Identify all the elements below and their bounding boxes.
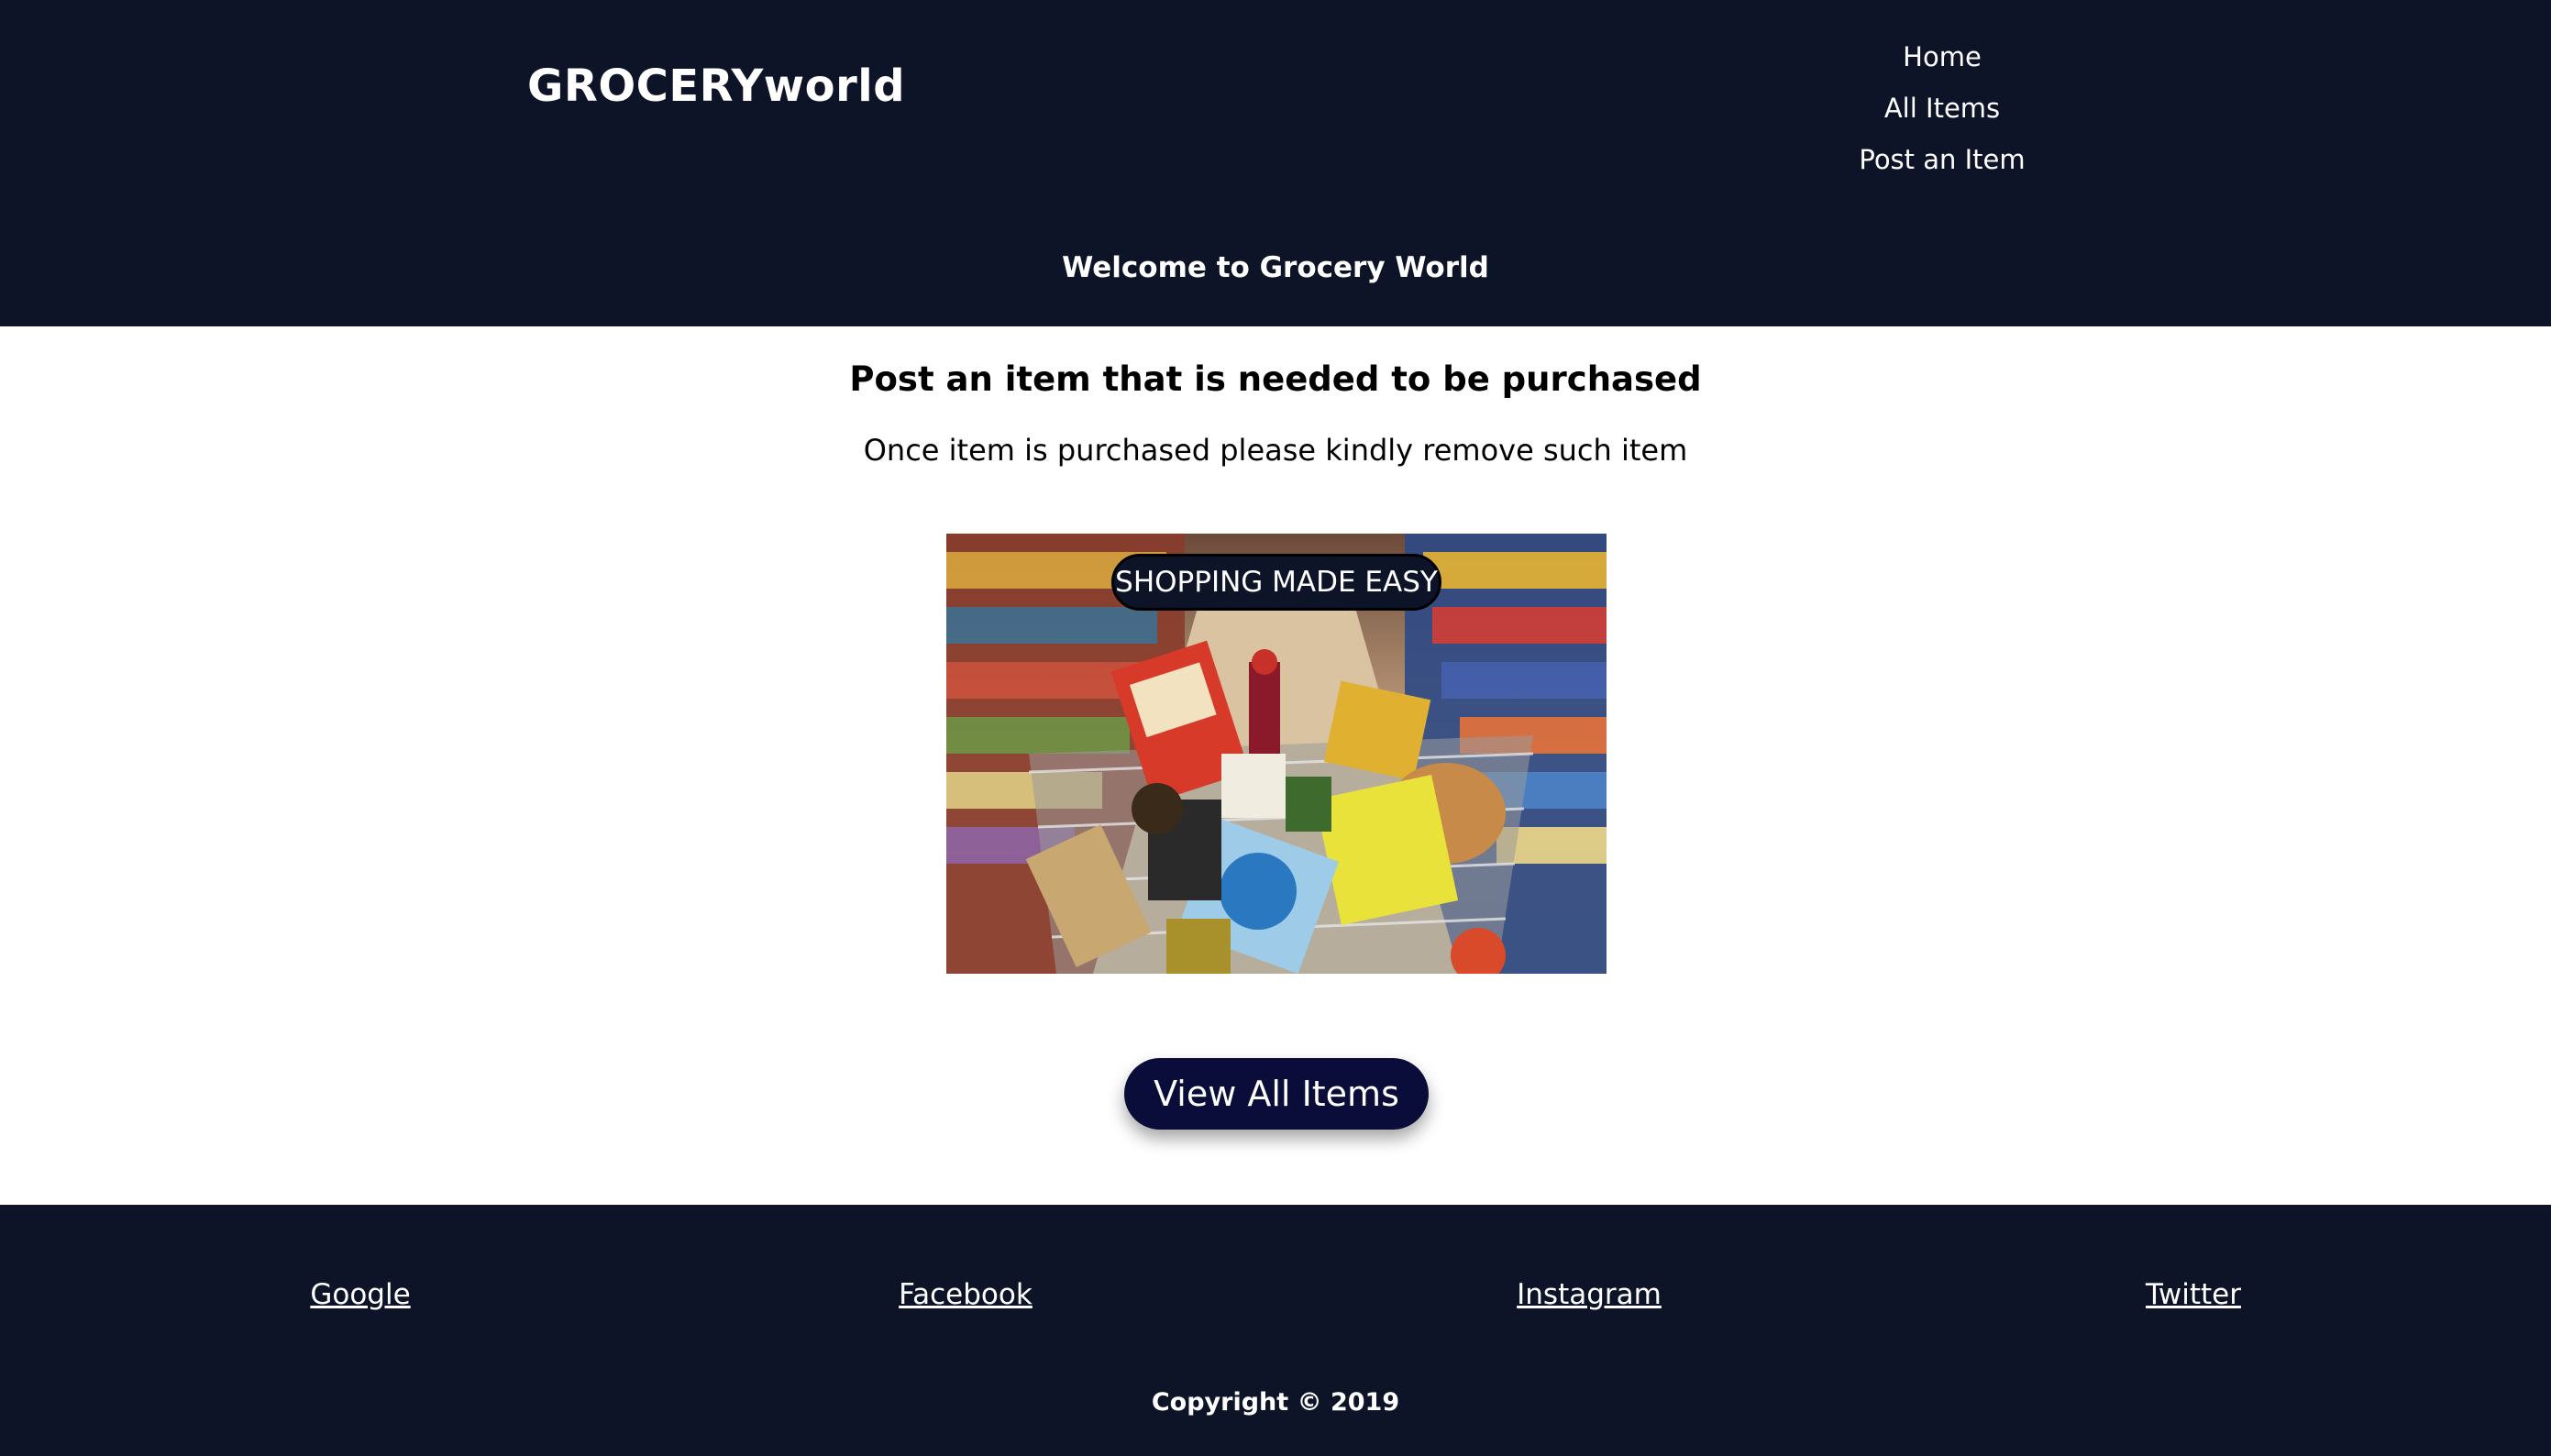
footer-link-instagram[interactable]: Instagram <box>1452 1278 1727 1311</box>
nav-link-all-items[interactable]: All Items <box>1759 86 2126 138</box>
brand-logo-text[interactable]: GROCERYworld <box>527 61 905 112</box>
site-header: GROCERYworld Home All Items Post an Item… <box>0 0 2551 326</box>
nav-link-home[interactable]: Home <box>1759 35 2126 86</box>
footer-link-facebook[interactable]: Facebook <box>828 1278 1103 1311</box>
page-subtitle: Once item is purchased please kindly rem… <box>863 433 1688 468</box>
footer-link-twitter[interactable]: Twitter <box>2056 1278 2331 1311</box>
view-all-items-button[interactable]: View All Items <box>1124 1058 1429 1130</box>
welcome-banner: Welcome to Grocery World <box>1062 251 1489 284</box>
footer-link-google[interactable]: Google <box>223 1278 498 1311</box>
page-title: Post an item that is needed to be purcha… <box>849 359 1702 399</box>
site-footer: Google Facebook Instagram Twitter Copyri… <box>0 1205 2551 1456</box>
hero-image: SHOPPING MADE EASY <box>946 534 1607 974</box>
nav-link-post-item[interactable]: Post an Item <box>1759 138 2126 189</box>
main-nav: Home All Items Post an Item <box>1759 35 2126 189</box>
copyright-text: Copyright © 2019 <box>1151 1388 1400 1417</box>
hero-badge: SHOPPING MADE EASY <box>1111 554 1441 611</box>
